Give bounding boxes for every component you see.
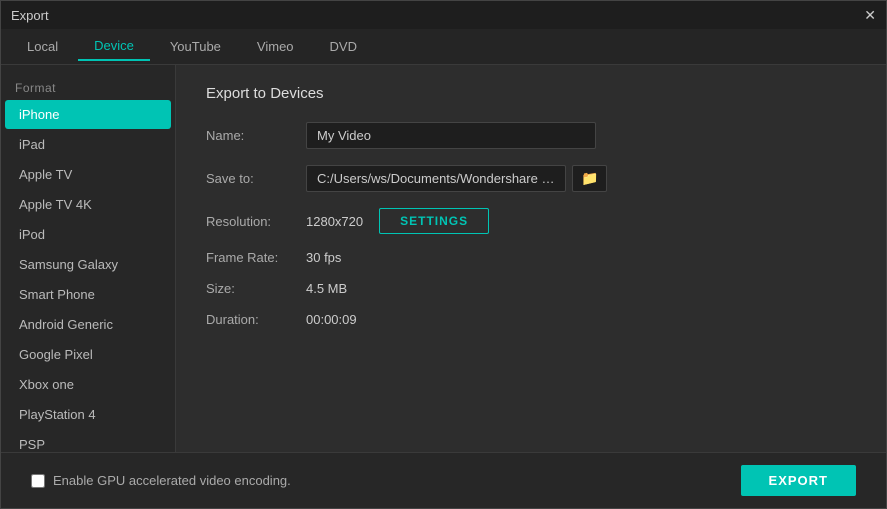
resolution-label: Resolution: xyxy=(206,214,306,229)
tab-bar: Local Device YouTube Vimeo DVD xyxy=(1,29,886,65)
resolution-value: 1280x720 xyxy=(306,214,363,229)
folder-icon: 📁 xyxy=(581,170,598,186)
resolution-row: Resolution: 1280x720 SETTINGS xyxy=(206,208,856,234)
folder-button[interactable]: 📁 xyxy=(572,165,607,192)
sidebar: Format iPhone iPad Apple TV Apple TV 4K … xyxy=(1,65,176,452)
window-title: Export xyxy=(11,8,49,23)
sidebar-item-xbox-one[interactable]: Xbox one xyxy=(5,370,171,399)
sidebar-item-playstation-4[interactable]: PlayStation 4 xyxy=(5,400,171,429)
name-row: Name: xyxy=(206,122,856,149)
frame-rate-value: 30 fps xyxy=(306,250,341,265)
sidebar-item-ipod[interactable]: iPod xyxy=(5,220,171,249)
gpu-label[interactable]: Enable GPU accelerated video encoding. xyxy=(31,473,291,488)
tab-youtube[interactable]: YouTube xyxy=(154,33,237,60)
save-to-label: Save to: xyxy=(206,171,306,186)
duration-value: 00:00:09 xyxy=(306,312,357,327)
content-area: Export to Devices Name: Save to: 📁 Resol… xyxy=(176,65,886,452)
gpu-checkbox[interactable] xyxy=(31,474,45,488)
sidebar-item-smart-phone[interactable]: Smart Phone xyxy=(5,280,171,309)
save-to-row: Save to: 📁 xyxy=(206,165,856,192)
sidebar-item-google-pixel[interactable]: Google Pixel xyxy=(5,340,171,369)
sidebar-item-ipad[interactable]: iPad xyxy=(5,130,171,159)
frame-rate-label: Frame Rate: xyxy=(206,250,306,265)
tab-vimeo[interactable]: Vimeo xyxy=(241,33,310,60)
save-to-input-group: 📁 xyxy=(306,165,607,192)
tab-local[interactable]: Local xyxy=(11,33,74,60)
duration-label: Duration: xyxy=(206,312,306,327)
settings-button[interactable]: SETTINGS xyxy=(379,208,489,234)
size-label: Size: xyxy=(206,281,306,296)
export-window: Export ✕ Local Device YouTube Vimeo DVD … xyxy=(0,0,887,509)
sidebar-item-apple-tv[interactable]: Apple TV xyxy=(5,160,171,189)
sidebar-item-android-generic[interactable]: Android Generic xyxy=(5,310,171,339)
save-to-input[interactable] xyxy=(306,165,566,192)
resolution-controls: 1280x720 SETTINGS xyxy=(306,208,489,234)
title-bar: Export ✕ xyxy=(1,1,886,29)
duration-row: Duration: 00:00:09 xyxy=(206,312,856,327)
gpu-label-text: Enable GPU accelerated video encoding. xyxy=(53,473,291,488)
main-content: Format iPhone iPad Apple TV Apple TV 4K … xyxy=(1,65,886,452)
section-title: Export to Devices xyxy=(206,85,856,102)
size-row: Size: 4.5 MB xyxy=(206,281,856,296)
close-button[interactable]: ✕ xyxy=(864,7,876,24)
frame-rate-row: Frame Rate: 30 fps xyxy=(206,250,856,265)
sidebar-item-apple-tv-4k[interactable]: Apple TV 4K xyxy=(5,190,171,219)
size-value: 4.5 MB xyxy=(306,281,347,296)
sidebar-item-psp[interactable]: PSP xyxy=(5,430,171,452)
name-input[interactable] xyxy=(306,122,596,149)
export-button[interactable]: EXPORT xyxy=(741,465,856,496)
name-label: Name: xyxy=(206,128,306,143)
sidebar-item-iphone[interactable]: iPhone xyxy=(5,100,171,129)
sidebar-group-label: Format xyxy=(1,75,175,99)
bottom-bar: Enable GPU accelerated video encoding. E… xyxy=(1,452,886,508)
sidebar-item-samsung-galaxy[interactable]: Samsung Galaxy xyxy=(5,250,171,279)
tab-device[interactable]: Device xyxy=(78,32,150,61)
tab-dvd[interactable]: DVD xyxy=(314,33,373,60)
